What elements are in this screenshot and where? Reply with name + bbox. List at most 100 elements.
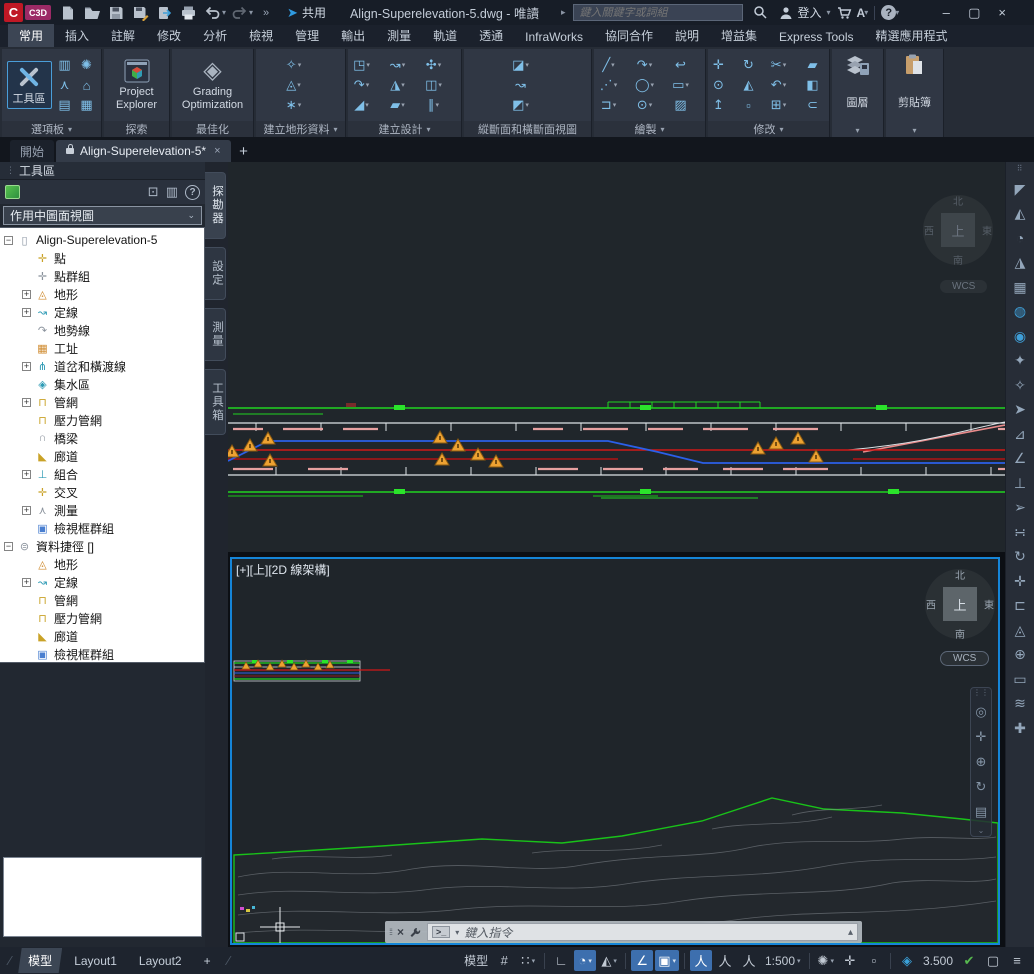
help-dropdown-icon[interactable]: ▾: [895, 8, 899, 17]
panel-label-modify[interactable]: 修改▾: [708, 121, 829, 137]
navbar-more-icon[interactable]: ⌄: [978, 829, 985, 833]
move-icon[interactable]: ✛: [709, 56, 729, 74]
surfaces-menu-icon[interactable]: ◬▾: [284, 76, 304, 94]
command-line-close-icon[interactable]: ×: [397, 925, 404, 939]
new-drawing-tab-button[interactable]: +: [233, 140, 255, 162]
trim-icon[interactable]: ✂▾: [769, 56, 789, 74]
wcs-button[interactable]: WCS: [940, 280, 987, 293]
tree-alignments[interactable]: ↝ 定線: [22, 303, 204, 321]
explode-icon[interactable]: ◧: [803, 76, 823, 94]
measure-angle-icon[interactable]: ⊿: [1014, 427, 1026, 441]
minimize-button[interactable]: –: [933, 3, 959, 23]
clean-screen-icon[interactable]: ▢: [982, 950, 1004, 971]
search-box[interactable]: [573, 4, 743, 21]
menu-tab-home[interactable]: 常用: [8, 24, 54, 47]
toolspace-tab-prospector[interactable]: 探勘器: [205, 172, 226, 239]
alignment-menu-icon[interactable]: ◳▾: [352, 56, 372, 74]
export-icon[interactable]: [153, 3, 175, 23]
project-explorer-button[interactable]: Project Explorer: [108, 57, 165, 113]
panel-label-draw[interactable]: 繪製▾: [594, 121, 705, 137]
erase-icon[interactable]: ▰: [803, 56, 823, 74]
viewcube-west[interactable]: 西: [924, 223, 934, 238]
tree-assemblies[interactable]: ⊥ 組合: [22, 465, 204, 483]
wcs-button[interactable]: WCS: [940, 651, 989, 666]
menu-tab-insert[interactable]: 插入: [54, 24, 100, 47]
customization-menu-icon[interactable]: ≡: [1006, 950, 1028, 971]
viewcube-south[interactable]: 南: [953, 252, 963, 267]
customization-gear-icon[interactable]: ✺▾: [815, 950, 837, 971]
grading-optimization-button[interactable]: ◈ Grading Optimization: [176, 57, 249, 113]
sample-lines-icon[interactable]: ↝: [511, 76, 531, 94]
menu-tab-express[interactable]: Express Tools: [768, 27, 864, 47]
clipboard-button[interactable]: 剪貼簿 ▾: [886, 49, 943, 137]
point-marker-tool-icon[interactable]: ✦: [1014, 353, 1026, 367]
top-viewport[interactable]: 北 南 西 東 上 WCS: [228, 162, 1005, 552]
share-button[interactable]: ➤ 共用: [287, 4, 326, 21]
corridor-menu-icon[interactable]: ▰▾: [388, 96, 408, 114]
zoom-tool-icon[interactable]: ⊕: [1014, 647, 1026, 661]
osnap-tracking-icon[interactable]: ∠: [631, 950, 653, 971]
selection-filter-icon[interactable]: ▫: [863, 950, 885, 971]
close-button[interactable]: ×: [989, 3, 1015, 23]
pick-tool-icon[interactable]: ➢: [1014, 500, 1026, 514]
visibility-tool-icon[interactable]: ◔: [1016, 231, 1024, 245]
plot-icon[interactable]: [177, 3, 199, 23]
maximize-button[interactable]: ▢: [961, 3, 987, 23]
settings-palette-icon[interactable]: ✺: [77, 56, 97, 74]
command-line-grip-icon[interactable]: ⁞⁞: [389, 927, 392, 937]
viewcube-bottom-viewport[interactable]: 北 南 西 東 上: [925, 569, 995, 639]
toolspace-tab-toolbox[interactable]: 工具箱: [205, 369, 226, 436]
tree-expand-icon[interactable]: [4, 542, 13, 551]
tree-intersections[interactable]: ✛ 交叉: [22, 483, 204, 501]
tree-ds-corridors[interactable]: ◣ 廊道: [22, 627, 204, 645]
surface-tool-icon[interactable]: ◬: [1015, 623, 1026, 637]
clipboard-dropdown-icon[interactable]: ▾: [912, 126, 916, 136]
profile-view-icon[interactable]: ◪▾: [511, 56, 531, 74]
online-map-icon[interactable]: ◉: [1014, 329, 1026, 343]
redo-dropdown-icon[interactable]: ▾: [249, 8, 253, 17]
grading-menu-icon[interactable]: ◮▾: [388, 76, 408, 94]
sheet-set-manager-icon[interactable]: ▦: [1013, 280, 1026, 294]
command-input[interactable]: >_ ▾ 鍵入指令 ▴: [427, 923, 858, 941]
tree-ds-pipe-networks[interactable]: ⊓ 管網: [22, 591, 204, 609]
tree-ds-view-frame-groups[interactable]: ▣ 檢視框群組: [22, 645, 204, 663]
tree-expand-icon[interactable]: [22, 470, 31, 479]
layers-dropdown-icon[interactable]: ▾: [855, 126, 859, 136]
snap-mode-icon[interactable]: ∷▾: [517, 950, 539, 971]
panel-label-explore[interactable]: 探索: [104, 121, 169, 137]
command-line[interactable]: ⁞⁞ × >_ ▾ 鍵入指令 ▴: [385, 921, 862, 943]
close-tab-icon[interactable]: ×: [214, 145, 220, 157]
rail-design-menu-icon[interactable]: ∥▾: [424, 96, 444, 114]
mirror-icon[interactable]: ◭: [739, 76, 759, 94]
angle-tool-icon[interactable]: ◮: [1015, 255, 1026, 269]
zoom-icon[interactable]: ⊕: [976, 754, 987, 770]
active-drawing-view-select[interactable]: 作用中圖面視圖 ⌄: [3, 206, 202, 225]
tree-turnouts-crossovers[interactable]: ⋔ 道岔和橫渡線: [22, 357, 204, 375]
viewcube-top-face[interactable]: 上: [943, 587, 977, 621]
toolspace-tab-survey[interactable]: 測量: [205, 308, 226, 361]
isometric-drafting-icon[interactable]: ◭▾: [598, 950, 620, 971]
layers-button[interactable]: 圖層 ▾: [832, 49, 883, 137]
toolspace-tab-settings[interactable]: 設定: [205, 247, 226, 300]
layout2-tab[interactable]: Layout2: [129, 950, 192, 972]
section-views-icon[interactable]: ◩▾: [511, 96, 531, 114]
menu-tab-view[interactable]: 檢視: [238, 24, 284, 47]
toolbox-icon[interactable]: ⌂: [77, 76, 97, 94]
elevation-value[interactable]: 3.500: [920, 950, 956, 971]
intersection-menu-icon[interactable]: ✣▾: [424, 56, 444, 74]
tree-pressure-networks[interactable]: ⊓ 壓力管網: [22, 411, 204, 429]
undo-icon[interactable]: [201, 3, 223, 23]
feature-line-menu-icon[interactable]: ◢▾: [352, 96, 372, 114]
redo-icon[interactable]: [228, 3, 250, 23]
layout1-tab[interactable]: Layout1: [64, 950, 127, 972]
tree-view-frame-groups[interactable]: ▣ 檢視框群組: [22, 519, 204, 537]
spline-icon[interactable]: ⋰▾: [599, 76, 619, 94]
annotation-visibility-icon[interactable]: 人: [690, 950, 712, 971]
panel-label-terrain[interactable]: 建立地形資料▾: [256, 121, 345, 137]
tree-ds-pressure-networks[interactable]: ⊓ 壓力管網: [22, 609, 204, 627]
menu-tab-survey[interactable]: 測量: [376, 24, 422, 47]
model-paper-toggle[interactable]: 模型: [461, 950, 491, 971]
annotation-monitor-icon[interactable]: ✔: [958, 950, 980, 971]
orbit-icon[interactable]: ↻: [976, 779, 987, 795]
arc-icon[interactable]: ↷▾: [635, 56, 655, 74]
